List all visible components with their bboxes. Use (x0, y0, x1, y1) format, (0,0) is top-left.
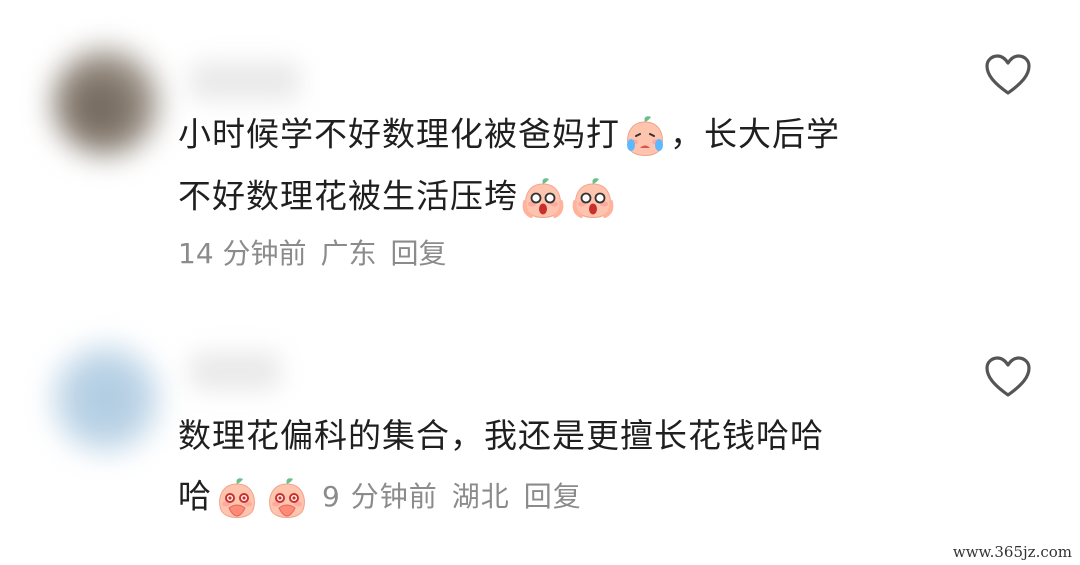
avatar[interactable] (52, 48, 160, 156)
comment-meta: 9 分钟前 湖北 回复 (322, 480, 596, 513)
laughing-peach-emoji (219, 477, 255, 518)
comment-time: 9 分钟前 (322, 479, 438, 513)
avatar[interactable] (52, 345, 160, 453)
heart-outline-icon (985, 356, 1031, 397)
comment-2: 数理花偏科的集合，我还是更擅长花钱哈哈 哈 9 分钟前 湖北 回复 (0, 300, 1080, 565)
comment-text: ，长大后学 (670, 114, 840, 154)
comment-text: 数理花偏科的集合，我还是更擅长花钱哈哈 (178, 416, 824, 455)
comment-text-line-2: 哈 9 分钟前 湖北 回复 (178, 474, 596, 522)
username-blurred[interactable] (190, 62, 300, 100)
laughing-peach-emoji (269, 477, 305, 518)
comment-text: 哈 (178, 476, 212, 516)
comment-location: 广东 (320, 237, 377, 270)
crying-peach-emoji (627, 115, 663, 156)
reply-button[interactable]: 回复 (391, 237, 447, 270)
comment-text-line-1: 数理花偏科的集合，我还是更擅长花钱哈哈 (178, 416, 824, 456)
reply-button[interactable]: 回复 (524, 480, 582, 513)
comment-text-line-1: 小时候学不好数理化被爸妈打 ，长大后学 (178, 112, 840, 160)
username-blurred[interactable] (190, 352, 280, 390)
comment-text-line-2: 不好数理花被生活压垮 (178, 174, 618, 222)
comment-text: 小时候学不好数理化被爸妈打 (178, 114, 620, 154)
comment-time: 14 分钟前 (178, 237, 307, 270)
like-button[interactable] (984, 53, 1032, 97)
comment-location: 湖北 (451, 479, 510, 513)
comment-text: 不好数理花被生活压垮 (178, 176, 518, 216)
heart-outline-icon (985, 54, 1031, 95)
like-button[interactable] (984, 355, 1032, 399)
comment-meta: 14 分钟前 广东 回复 (178, 236, 461, 272)
comment-1: 小时候学不好数理化被爸妈打 ，长大后学 不好数理花被生活压垮 14 分钟前 广东回… (0, 0, 1080, 300)
screaming-peach-emoji (522, 177, 564, 218)
watermark: www.365jz.com (952, 543, 1072, 561)
screaming-peach-emoji (572, 177, 614, 218)
